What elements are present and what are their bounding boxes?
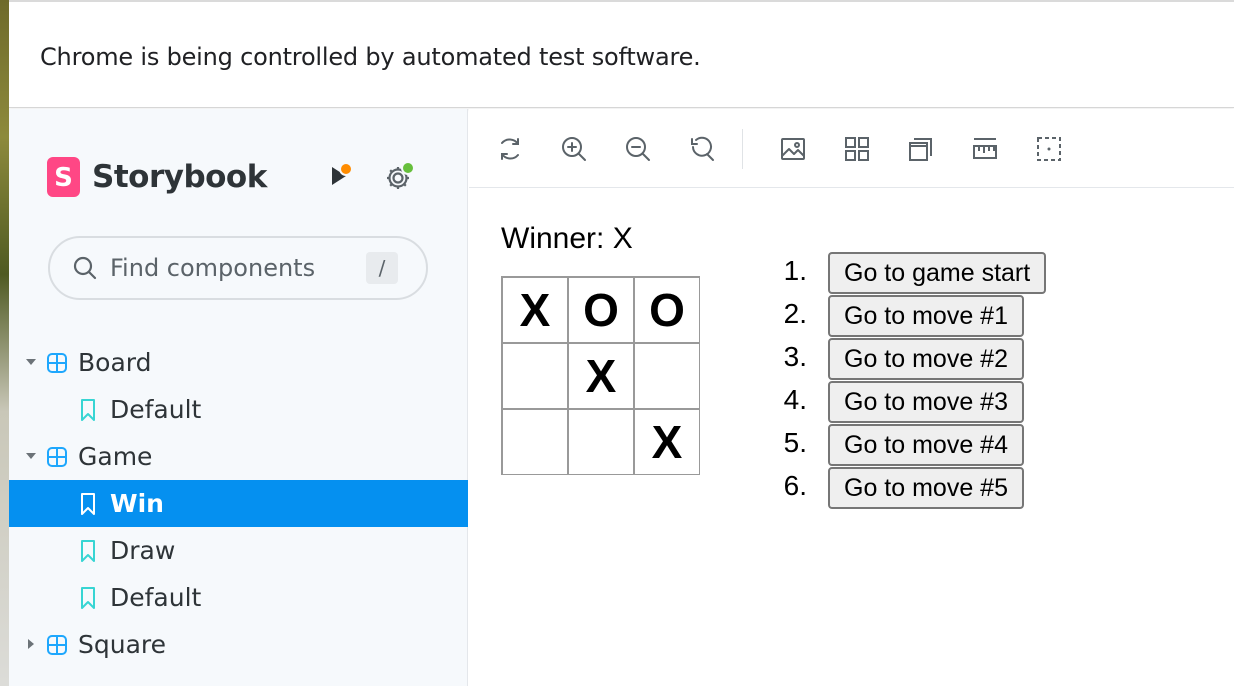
go-to-move-button[interactable]: Go to move #5 [828,467,1024,509]
play-icon [332,162,353,185]
move-number: 5. [783,427,807,458]
move-number: 6. [783,470,807,501]
canvas-toolbar [469,109,1234,188]
tree-item-game-draw[interactable]: Draw [9,527,468,574]
tree-item-label: Game [78,442,153,471]
component-icon [47,635,67,655]
storybook-logo-letter: S [54,163,73,193]
search-input[interactable] [110,252,350,284]
chevron-down-icon [26,453,36,459]
move-number: 1. [783,255,807,286]
outline-icon [909,138,932,161]
grid-button[interactable] [839,131,875,167]
storybook-brand[interactable]: S Storybook [47,157,267,197]
board-square[interactable]: O [568,277,634,343]
ruler-icon [973,138,997,159]
chevron-right-icon [28,639,34,649]
viewport-icon [1037,137,1061,161]
measure-button[interactable] [967,131,1003,167]
move-list-item: 5. Go to move #4 [779,423,1079,466]
bookmark-icon [81,399,95,421]
zoom-in-icon [562,137,586,161]
tree-item-label: Win [110,489,164,518]
desktop-background [0,0,9,686]
move-number: 2. [783,298,807,329]
go-to-move-button[interactable]: Go to move #1 [828,295,1024,337]
bookmark-icon [81,540,95,562]
toolbar-divider [742,129,743,169]
automation-banner-text: Chrome is being controlled by automated … [40,43,701,71]
search-icon [73,256,97,280]
sync-icon [501,138,519,160]
bookmark-icon [81,493,95,515]
move-list-item: 1. Go to game start [779,251,1079,294]
component-icon [47,353,67,373]
board-square[interactable]: O [634,277,700,343]
tree-item-board-default[interactable]: Default [9,386,468,433]
grid-icon [845,137,869,161]
tree-item-label: Board [78,348,152,377]
background-button[interactable] [775,131,811,167]
move-list-item: 2. Go to move #1 [779,294,1079,337]
tree-item-label: Square [78,630,167,659]
tree-item-game[interactable]: Game [9,433,468,480]
automation-banner: Chrome is being controlled by automated … [9,0,1234,108]
tree-item-game-default[interactable]: Default [9,574,468,621]
storybook-logo-icon: S [47,157,80,197]
go-to-move-button[interactable]: Go to move #2 [828,338,1024,380]
tree-item-label: Default [110,583,202,612]
game-status: Winner: X [501,222,633,255]
game-board: X O O X X [501,276,700,475]
zoom-reset-button[interactable] [684,131,720,167]
zoom-out-icon [626,137,650,161]
tree-item-label: Draw [110,536,176,565]
tree-item-square[interactable]: Square [9,621,468,668]
browser-window: Chrome is being controlled by automated … [9,0,1234,686]
move-list-item: 6. Go to move #5 [779,466,1079,509]
zoom-in-button[interactable] [556,131,592,167]
go-to-move-button[interactable]: Go to game start [828,252,1047,294]
whats-new-button[interactable] [323,159,357,193]
board-square[interactable] [634,343,700,409]
outline-button[interactable] [903,131,939,167]
storybook-sidebar: S Storybook Find components / Board Defa… [9,109,468,686]
component-icon [47,447,67,467]
board-square[interactable] [502,409,568,475]
board-square[interactable] [568,409,634,475]
bookmark-icon [81,587,95,609]
search-shortcut-key: / [366,252,398,284]
zoom-out-button[interactable] [620,131,656,167]
board-square[interactable] [502,343,568,409]
move-number: 3. [783,341,807,372]
move-list-item: 3. Go to move #2 [779,337,1079,380]
tree-item-board[interactable]: Board [9,339,468,386]
image-icon [781,138,805,160]
viewport-button[interactable] [1031,131,1067,167]
gear-icon [387,161,415,189]
zoom-reset-icon [691,136,714,161]
search-box[interactable]: / [48,236,428,300]
settings-button[interactable] [383,159,417,193]
story-preview: Winner: X X O O X X 1. Go to game start … [469,189,1234,686]
storybook-brand-name: Storybook [92,159,267,195]
board-square[interactable]: X [568,343,634,409]
tree-item-game-win[interactable]: Win [9,480,468,527]
go-to-move-button[interactable]: Go to move #3 [828,381,1024,423]
move-list-item: 4. Go to move #3 [779,380,1079,423]
go-to-move-button[interactable]: Go to move #4 [828,424,1024,466]
move-number: 4. [783,384,807,415]
remount-button[interactable] [492,131,528,167]
board-square[interactable]: X [502,277,568,343]
chevron-down-icon [26,359,36,365]
board-square[interactable]: X [634,409,700,475]
tree-item-label: Default [110,395,202,424]
